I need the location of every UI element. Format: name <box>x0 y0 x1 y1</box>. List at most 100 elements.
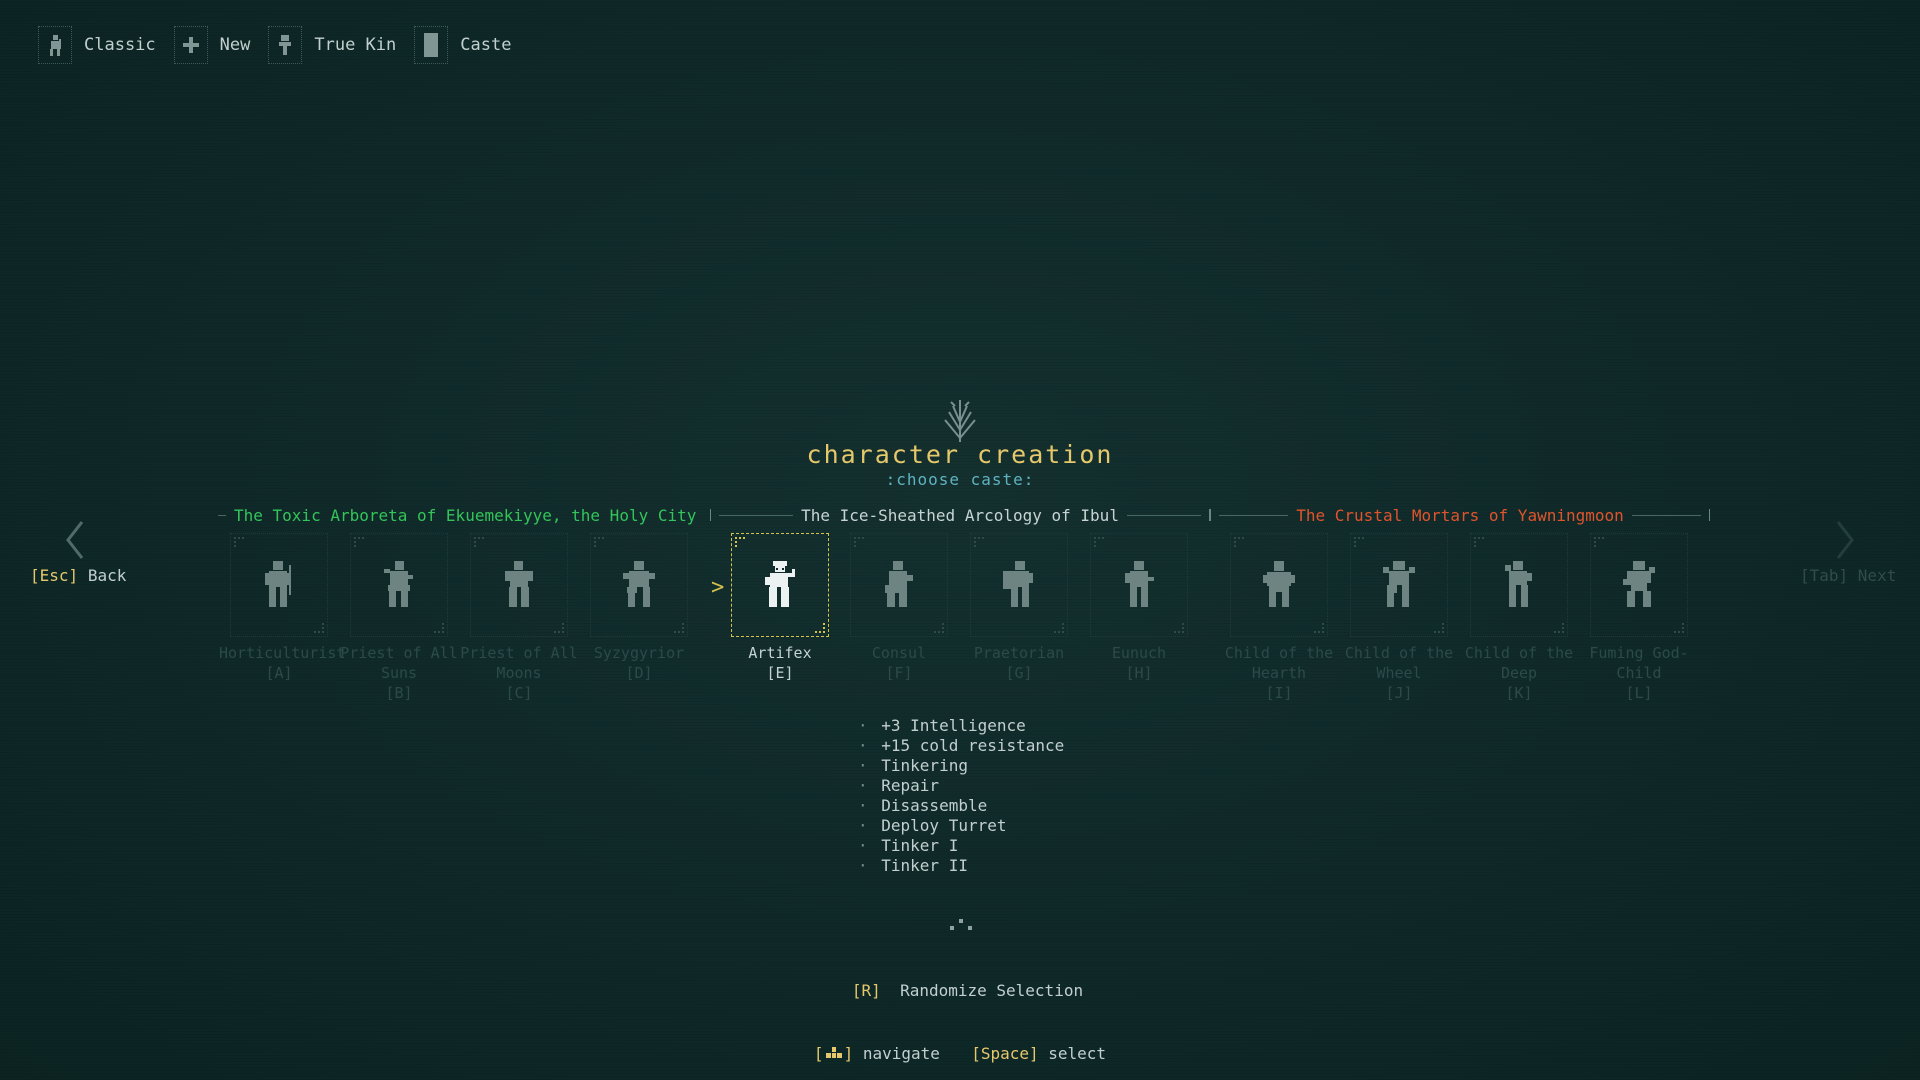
praetorian-icon <box>1003 561 1033 607</box>
caste-name: Priest of All Moons <box>460 644 578 682</box>
caste-card-syzygyrior[interactable]: Syzygyrior [D] <box>590 533 688 683</box>
caste-portrait <box>350 533 448 637</box>
caste-name: Child of the Deep <box>1464 644 1574 682</box>
faction-ibul: The Ice-Sheathed Arcology of Ibul <box>710 503 1211 527</box>
priest-of-all-moons-icon <box>505 561 533 607</box>
caste-portrait <box>1090 533 1188 637</box>
breadcrumb-label: True Kin <box>314 35 397 55</box>
caste-portrait <box>731 533 829 637</box>
bonus-item: Tinker II <box>858 856 1064 876</box>
caste-card-artifex[interactable]: Artifex [E] <box>731 533 829 683</box>
breadcrumb-caste[interactable]: Caste <box>414 26 511 64</box>
faction-ekuemekiyye: The Toxic Arboreta of Ekuemekiyye, the H… <box>210 503 710 527</box>
caste-name: Artifex <box>748 644 812 662</box>
consul-icon <box>885 561 913 607</box>
breadcrumb-classic[interactable]: Classic <box>38 26 156 64</box>
caste-name: Consul <box>871 644 927 662</box>
bonus-item: +3 Intelligence <box>858 716 1064 736</box>
caste-card-child-of-the-wheel[interactable]: Child of the Wheel [J] <box>1345 533 1453 703</box>
emblem-icon <box>944 400 976 442</box>
faction-name: The Ice-Sheathed Arcology of Ibul <box>801 505 1119 525</box>
caste-card-fuming-god-child[interactable]: Fuming God-Child [L] <box>1589 533 1689 703</box>
caste-hotkey: [F] <box>885 664 913 682</box>
child-of-the-hearth-icon <box>1263 561 1295 607</box>
breadcrumb: Classic New True Kin Caste <box>38 26 511 64</box>
breadcrumb-label: Caste <box>460 35 512 55</box>
randomize-selection-button[interactable]: [R] Randomize Selection <box>0 981 1920 1000</box>
caste-card-horticulturist[interactable]: Horticulturist [A] <box>219 533 345 683</box>
priest-of-all-suns-icon <box>384 561 413 607</box>
caste-portrait <box>230 533 328 637</box>
caste-card-eunuch[interactable]: Eunuch [H] <box>1090 533 1188 683</box>
plus-icon <box>173 26 208 64</box>
caste-card-child-of-the-deep[interactable]: Child of the Deep [K] <box>1465 533 1573 703</box>
selection-caret-icon: > <box>711 575 725 600</box>
fuming-god-child-icon <box>1623 561 1655 607</box>
loading-dots-icon <box>950 919 972 930</box>
breadcrumb-label: New <box>219 35 251 55</box>
caste-card-child-of-the-hearth[interactable]: Child of the Hearth [I] <box>1225 533 1333 703</box>
caste-name: Child of the Hearth <box>1224 644 1334 682</box>
caste-card-icon <box>414 26 449 64</box>
caste-card-consul[interactable]: Consul [F] <box>850 533 948 683</box>
select-label: select <box>1048 1044 1107 1063</box>
dpad-icon <box>825 1047 842 1058</box>
classic-figure-icon <box>38 26 72 64</box>
child-of-the-wheel-icon <box>1383 561 1415 607</box>
caste-card-row: Horticulturist [A] Priest of All Suns [B… <box>0 533 1920 713</box>
caste-portrait <box>590 533 688 637</box>
faction-name: The Toxic Arboreta of Ekuemekiyye, the H… <box>234 505 697 525</box>
caste-portrait <box>850 533 948 637</box>
syzygyrior-icon <box>623 561 655 607</box>
caste-hotkey: [B] <box>385 684 413 702</box>
caste-hotkey: [J] <box>1385 684 1413 702</box>
horticulturist-icon <box>265 561 291 607</box>
faction-name: The Crustal Mortars of Yawningmoon <box>1296 505 1624 525</box>
caste-bonus-list: +3 Intelligence +15 cold resistance Tink… <box>858 716 1064 876</box>
caste-portrait <box>1230 533 1328 637</box>
caste-portrait <box>1350 533 1448 637</box>
caste-portrait <box>470 533 568 637</box>
caste-name: Priest of All Suns <box>340 644 458 682</box>
eunuch-icon <box>1125 561 1154 607</box>
caste-card-priest-of-all-suns[interactable]: Priest of All Suns [B] <box>340 533 458 703</box>
caste-hotkey: [H] <box>1125 664 1153 682</box>
caste-name: Horticulturist <box>219 644 346 662</box>
caste-portrait <box>1590 533 1688 637</box>
caste-name: Syzygyrior <box>593 644 685 662</box>
bonus-item: Repair <box>858 776 1064 796</box>
caste-name: Child of the Wheel <box>1344 644 1454 682</box>
randomize-key: [R] <box>851 981 881 1000</box>
page-subtitle: :choose caste: <box>885 470 1035 489</box>
breadcrumb-true-kin[interactable]: True Kin <box>268 26 396 64</box>
navigate-key: [] <box>813 1044 854 1063</box>
faction-yawningmoon: The Crustal Mortars of Yawningmoon <box>1210 503 1711 527</box>
caste-hotkey: [D] <box>625 664 653 682</box>
breadcrumb-label: Classic <box>84 35 156 55</box>
breadcrumb-new[interactable]: New <box>173 26 251 64</box>
bonus-item: +15 cold resistance <box>858 736 1064 756</box>
caste-hotkey: [G] <box>1005 664 1033 682</box>
randomize-label: Randomize Selection <box>900 981 1084 1000</box>
caste-hotkey: [A] <box>265 664 293 682</box>
caste-hotkey: [I] <box>1265 684 1293 702</box>
control-hints: [] navigate [Space] select <box>0 1044 1920 1063</box>
caste-portrait <box>1470 533 1568 637</box>
caste-card-praetorian[interactable]: Praetorian [G] <box>970 533 1068 683</box>
caste-hotkey: [E] <box>766 664 794 682</box>
select-key: [Space] <box>971 1044 1039 1063</box>
caste-name: Fuming God-Child <box>1589 644 1689 682</box>
bonus-item: Disassemble <box>858 796 1064 816</box>
caste-card-priest-of-all-moons[interactable]: Priest of All Moons [C] <box>460 533 578 703</box>
true-kin-icon <box>268 26 303 64</box>
caste-hotkey: [C] <box>505 684 533 702</box>
navigate-label: navigate <box>862 1044 940 1063</box>
caste-portrait <box>970 533 1068 637</box>
bonus-item: Deploy Turret <box>858 816 1064 836</box>
child-of-the-deep-icon <box>1505 561 1532 607</box>
caste-hotkey: [K] <box>1505 684 1533 702</box>
artifex-icon <box>765 561 795 607</box>
page-title: character creation <box>806 440 1114 469</box>
caste-name: Praetorian <box>973 644 1065 662</box>
faction-header-row: The Toxic Arboreta of Ekuemekiyye, the H… <box>210 503 1711 527</box>
